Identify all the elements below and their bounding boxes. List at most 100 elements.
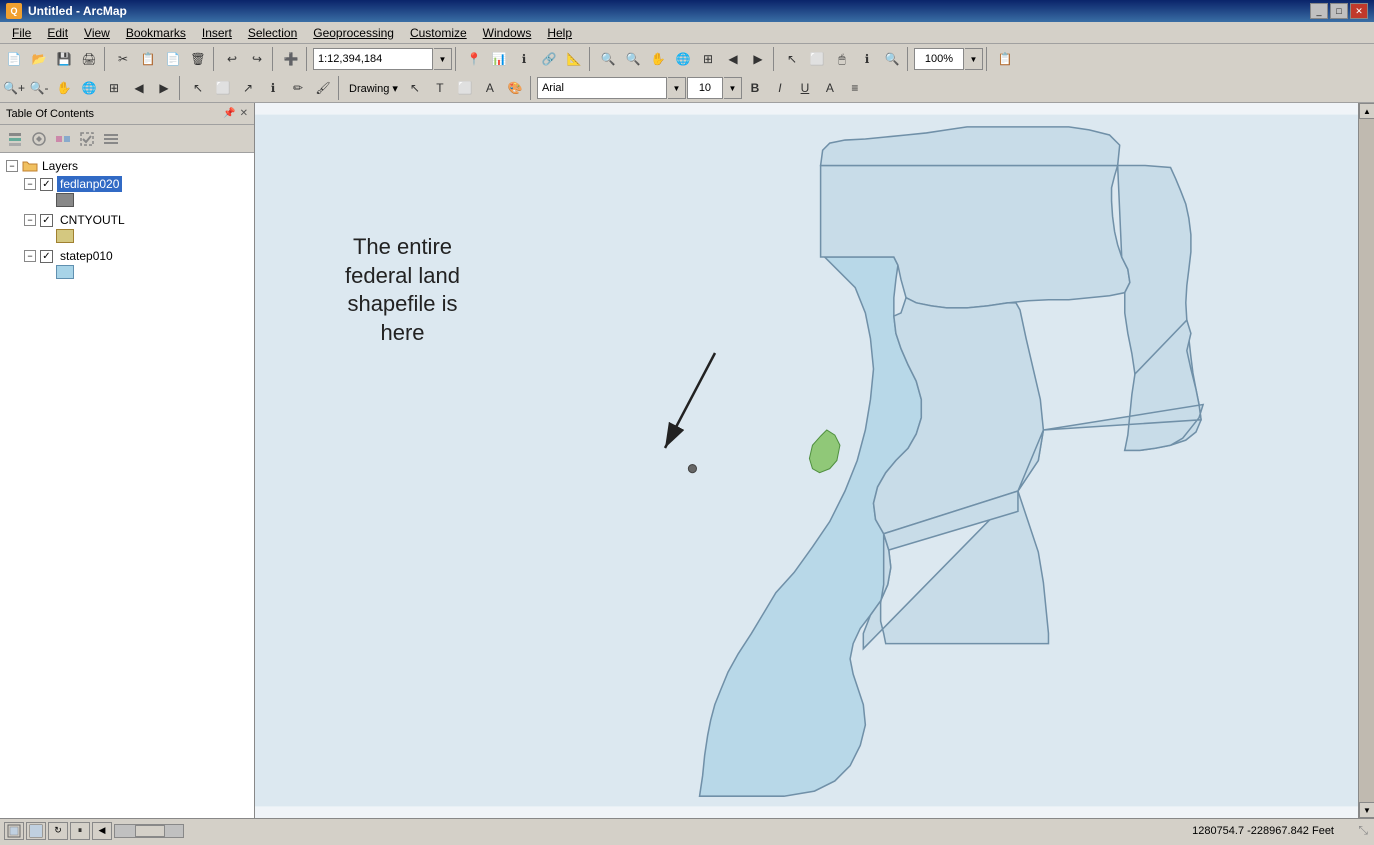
select-rect[interactable]: ⬜ <box>805 47 829 71</box>
draw-text[interactable]: T <box>428 76 452 100</box>
next-ext[interactable]: ▶ <box>152 76 176 100</box>
draw-color[interactable]: 🎨 <box>503 76 527 100</box>
zoom-percent-input[interactable] <box>914 48 964 70</box>
draw-marker[interactable]: A <box>478 76 502 100</box>
layout-button[interactable]: 📋 <box>993 47 1017 71</box>
find-button[interactable]: 🔍 <box>880 47 904 71</box>
select-feature[interactable]: 🖱 <box>830 47 854 71</box>
layer-checkbox-cntyoutl[interactable] <box>40 214 53 227</box>
scroll-up-button[interactable]: ▲ <box>1359 103 1374 119</box>
zoom-percent-dropdown[interactable]: ▼ <box>965 48 983 70</box>
prev-ext[interactable]: ◀ <box>127 76 151 100</box>
copy-button[interactable]: 📋 <box>136 47 160 71</box>
font-dropdown[interactable]: ▼ <box>668 77 686 99</box>
toc-list-by-selection[interactable] <box>76 128 98 150</box>
undo-button[interactable]: ↩ <box>220 47 244 71</box>
new-button[interactable]: 📄 <box>2 47 26 71</box>
prev-page-button[interactable]: ◀ <box>92 822 112 840</box>
fontsize-dropdown[interactable]: ▼ <box>724 77 742 99</box>
toc-list-by-visibility[interactable] <box>52 128 74 150</box>
layer-checkbox-statep010[interactable] <box>40 250 53 263</box>
full-extent-button[interactable]: ⊞ <box>696 47 720 71</box>
draw-arrow[interactable]: ↖ <box>403 76 427 100</box>
refresh-button[interactable]: ↻ <box>48 822 68 840</box>
info-button[interactable]: ℹ <box>855 47 879 71</box>
layer-expand-statep010[interactable]: − <box>24 250 36 262</box>
hand-pan-button[interactable]: ✋ <box>646 47 670 71</box>
menu-edit[interactable]: Edit <box>39 24 76 42</box>
font-size-input[interactable] <box>687 77 723 99</box>
menu-view[interactable]: View <box>76 24 118 42</box>
redo-button[interactable]: ↪ <box>245 47 269 71</box>
info-select[interactable]: ↗ <box>236 76 260 100</box>
layer-expand-cntyoutl[interactable]: − <box>24 214 36 226</box>
globe-button[interactable]: 🌐 <box>671 47 695 71</box>
zoom-in-button[interactable]: 🔍 <box>596 47 620 71</box>
delete-button[interactable]: 🗑 <box>186 47 210 71</box>
scroll-track-v[interactable] <box>1359 119 1374 802</box>
zoom-out-button[interactable]: 🔍 <box>621 47 645 71</box>
toc-list-by-drawing-order[interactable] <box>4 128 26 150</box>
menu-bookmarks[interactable]: Bookmarks <box>118 24 194 42</box>
map-area[interactable]: The entire federal land shapefile is her… <box>255 103 1374 818</box>
layer-expand-fedlanp020[interactable]: − <box>24 178 36 190</box>
globe-nav[interactable]: 🌐 <box>77 76 101 100</box>
font-name-input[interactable] <box>537 77 667 99</box>
bold-button[interactable]: B <box>743 76 767 100</box>
table-btn[interactable]: ⬜ <box>211 76 235 100</box>
progress-slider[interactable] <box>114 824 184 838</box>
edit-tool[interactable]: ✏ <box>286 76 310 100</box>
menu-geoprocessing[interactable]: Geoprocessing <box>305 24 402 42</box>
align-left[interactable]: ≡ <box>843 76 867 100</box>
close-button[interactable]: ✕ <box>1350 3 1368 19</box>
zoom-out-map[interactable]: 🔍- <box>27 76 51 100</box>
zoom-next-button[interactable]: ▶ <box>746 47 770 71</box>
font-color-button[interactable]: A <box>818 76 842 100</box>
menu-help[interactable]: Help <box>539 24 580 42</box>
measure-button[interactable]: 📐 <box>562 47 586 71</box>
layer-label-fedlanp020[interactable]: fedlanp020 <box>57 176 122 192</box>
menu-windows[interactable]: Windows <box>475 24 540 42</box>
hyperlink-button[interactable]: 🔗 <box>537 47 561 71</box>
save-button[interactable]: 💾 <box>52 47 76 71</box>
toc-pin-button[interactable]: 📌 <box>223 108 235 119</box>
menu-selection[interactable]: Selection <box>240 24 305 42</box>
pan-button[interactable]: ➕ <box>279 47 303 71</box>
info-tool[interactable]: ℹ <box>261 76 285 100</box>
print-button[interactable]: 🖨 <box>77 47 101 71</box>
layout-view-button[interactable] <box>4 822 24 840</box>
toc-list-by-source[interactable] <box>28 128 50 150</box>
underline-button[interactable]: U <box>793 76 817 100</box>
data-view-button[interactable] <box>26 822 46 840</box>
layer-label-statep010[interactable]: statep010 <box>57 248 116 264</box>
menu-insert[interactable]: Insert <box>194 24 240 42</box>
layers-expand-btn[interactable]: − <box>6 160 18 172</box>
attribute-table-button[interactable]: 📊 <box>487 47 511 71</box>
toc-close-button[interactable]: ✕ <box>240 108 248 119</box>
zoom-in-map[interactable]: 🔍+ <box>2 76 26 100</box>
pause-button[interactable]: ⏸ <box>70 822 90 840</box>
zoom-prev-button[interactable]: ◀ <box>721 47 745 71</box>
italic-button[interactable]: I <box>768 76 792 100</box>
identify-button[interactable]: 📍 <box>462 47 486 71</box>
pan-map[interactable]: ✋ <box>52 76 76 100</box>
minimize-button[interactable]: _ <box>1310 3 1328 19</box>
maximize-button[interactable]: □ <box>1330 3 1348 19</box>
scale-input[interactable] <box>313 48 433 70</box>
toc-options[interactable] <box>100 128 122 150</box>
paint-tool[interactable]: 🖌 <box>311 76 335 100</box>
map-tips-button[interactable]: ℹ <box>512 47 536 71</box>
drawing-label[interactable]: Drawing ▾ <box>345 82 402 95</box>
menu-file[interactable]: File <box>4 24 39 42</box>
layer-checkbox-fedlanp020[interactable] <box>40 178 53 191</box>
scroll-down-button[interactable]: ▼ <box>1359 802 1374 818</box>
select-arrow[interactable]: ↖ <box>780 47 804 71</box>
open-button[interactable]: 📂 <box>27 47 51 71</box>
paste-button[interactable]: 📄 <box>161 47 185 71</box>
cut-button[interactable]: ✂ <box>111 47 135 71</box>
arrow-select[interactable]: ↖ <box>186 76 210 100</box>
menu-customize[interactable]: Customize <box>402 24 475 42</box>
full-ext[interactable]: ⊞ <box>102 76 126 100</box>
draw-rect[interactable]: ⬜ <box>453 76 477 100</box>
layer-label-cntyoutl[interactable]: CNTYOUTL <box>57 212 128 228</box>
